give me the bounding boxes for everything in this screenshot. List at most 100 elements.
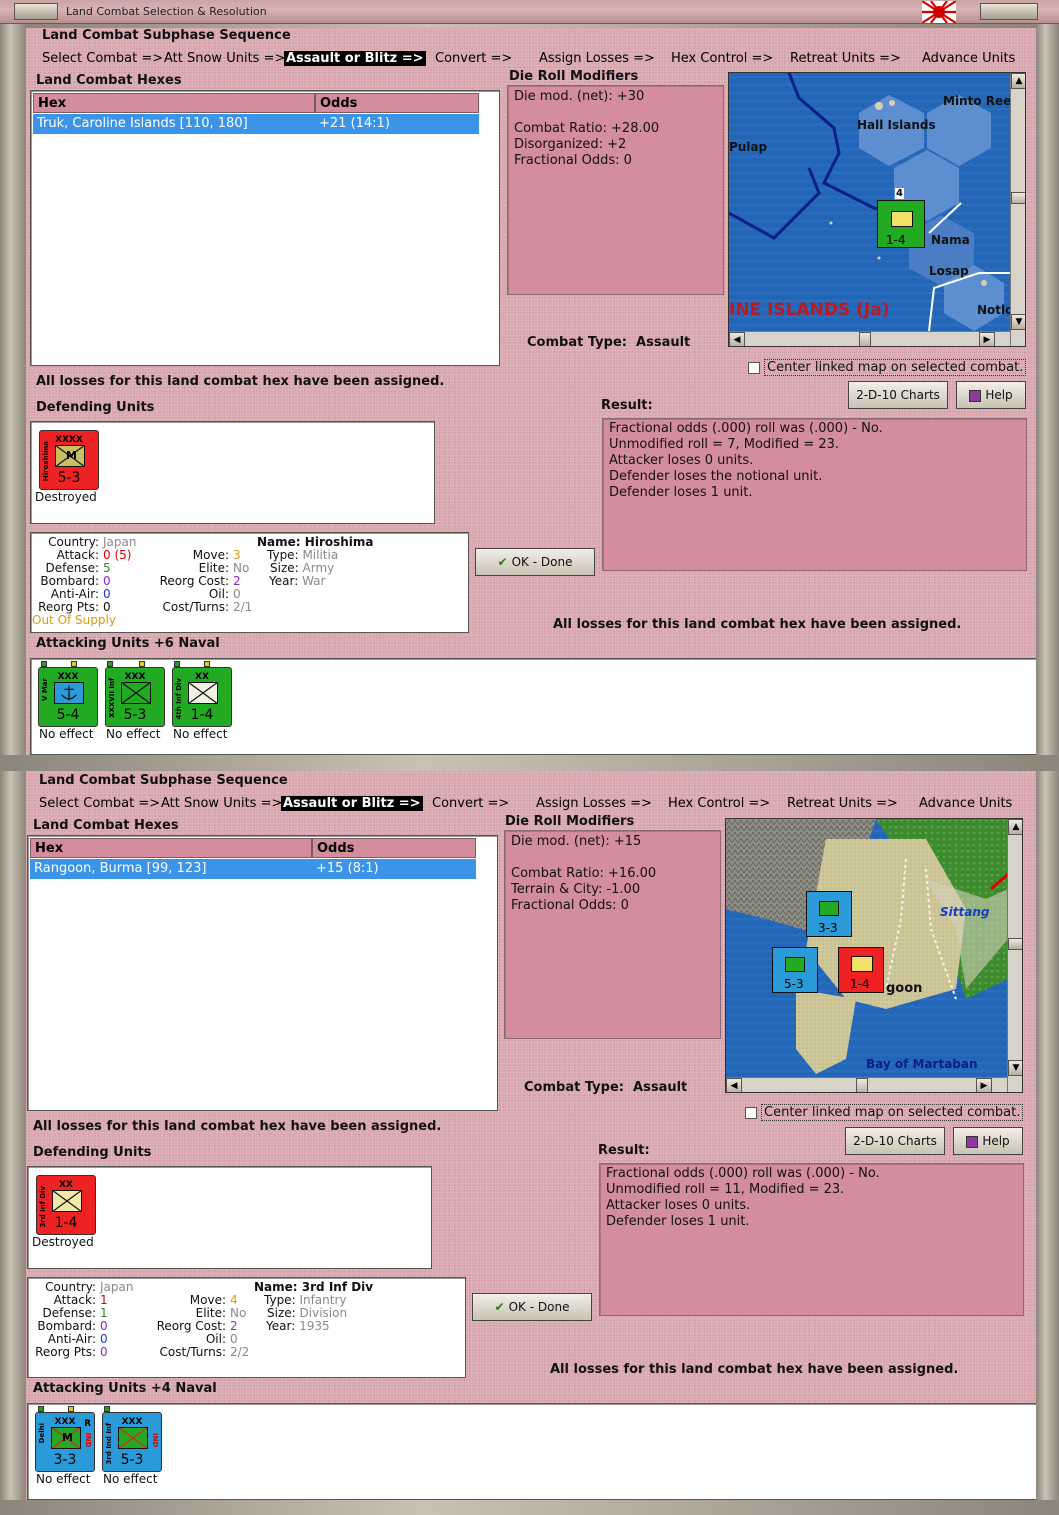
help-button[interactable]: Help — [956, 381, 1026, 409]
seq-att-snow-units[interactable]: Att Snow Units => — [164, 51, 285, 66]
seq-advance-units[interactable]: Advance Units — [922, 51, 1015, 66]
combat-type-value: Assault — [636, 335, 691, 350]
detail-attack: 1 — [100, 1293, 108, 1307]
infantry-icon — [118, 1427, 148, 1449]
scroll-thumb[interactable] — [1008, 938, 1022, 950]
map-vscroll[interactable]: ▲ ▼ — [1010, 73, 1025, 346]
seq-hex-control[interactable]: Hex Control => — [668, 796, 770, 811]
year-value: 1935 — [299, 1319, 330, 1333]
year-key: Year: — [269, 574, 299, 588]
size-value: Division — [299, 1306, 348, 1320]
unit-value: 5-3 — [123, 707, 147, 723]
unit-counter-3rd-inf-div[interactable]: XX 3rd Inf Div 1-4 — [36, 1175, 96, 1235]
hexes-title: Land Combat Hexes — [33, 818, 179, 833]
map-vscroll[interactable]: ▲ ▼ — [1007, 819, 1022, 1092]
map-unit-counter[interactable]: 1-4 — [838, 947, 884, 993]
seq-select-combat[interactable]: Select Combat => — [39, 796, 160, 811]
seq-assign-losses[interactable]: Assign Losses => — [539, 51, 655, 66]
scroll-down-icon[interactable]: ▼ — [1008, 1060, 1022, 1076]
detail-year: Year: 1935 — [266, 1319, 330, 1333]
unit-status: No effect — [173, 727, 228, 741]
unit-counter-delhi[interactable]: XXX R Delhi IND M 3-3 — [35, 1412, 95, 1472]
unit-details: Country: Japan Attack: 0 (5) Defense: 5 … — [30, 532, 469, 633]
seq-assign-losses[interactable]: Assign Losses => — [536, 796, 652, 811]
unit-counter-4th-inf-div[interactable]: XX 4th Inf Div 1-4 — [172, 667, 232, 727]
center-map-checkbox[interactable] — [745, 1107, 757, 1119]
seq-advance-units[interactable]: Advance Units — [919, 796, 1012, 811]
col-hex[interactable]: Hex — [30, 838, 312, 858]
detail-key: Defense: — [45, 561, 99, 575]
year-key: Year: — [266, 1319, 296, 1333]
type-value: Militia — [302, 548, 339, 562]
map-unit-counter[interactable]: 5-3 — [772, 947, 818, 993]
map-unit-counter[interactable]: 1-4 — [877, 200, 925, 248]
scroll-up-icon[interactable]: ▲ — [1011, 73, 1025, 89]
window-menu-button[interactable] — [14, 3, 58, 20]
unit-counter-3rd-ind-inf[interactable]: XXX 3rd Ind Inf IND 5-3 — [102, 1412, 162, 1472]
detail-move: 4 — [230, 1293, 238, 1307]
combat-type: Combat Type: Assault — [527, 335, 690, 350]
ok-done-button[interactable]: ✔ OK - Done — [475, 548, 595, 576]
map-hscroll[interactable]: ◀ ▶ — [726, 1077, 1007, 1092]
center-map-checkbox[interactable] — [748, 362, 760, 374]
charts-button[interactable]: 2-D-10 Charts — [845, 1127, 945, 1155]
scroll-left-icon[interactable]: ◀ — [729, 332, 745, 346]
detail-type: Type: Infantry — [264, 1293, 347, 1307]
seq-convert[interactable]: Convert => — [432, 796, 509, 811]
window-close-button[interactable] — [980, 3, 1038, 20]
scroll-left-icon[interactable]: ◀ — [726, 1078, 742, 1092]
hex-table[interactable]: Hex Odds Truk, Caroline Islands [110, 18… — [30, 90, 500, 366]
window-frame-middle — [0, 755, 1059, 771]
table-row[interactable]: Rangoon, Burma [99, 123] +15 (8:1) — [30, 859, 476, 879]
detail-key: Defense: — [42, 1306, 96, 1320]
drm-line: Fractional Odds: 0 — [514, 153, 632, 168]
center-map-label[interactable]: Center linked map on selected combat. — [764, 359, 1027, 376]
combat-type-label: Combat Type: — [527, 335, 627, 350]
drm-box: Die mod. (net): +30 Combat Ratio: +28.00… — [507, 85, 724, 295]
hex-table[interactable]: Hex Odds Rangoon, Burma [99, 123] +15 (8… — [27, 835, 498, 1111]
scroll-right-icon[interactable]: ▶ — [976, 1078, 992, 1092]
seq-select-combat[interactable]: Select Combat => — [42, 51, 163, 66]
map-unit-counter[interactable]: 3-3 — [806, 891, 852, 937]
unit-counter-v-mar[interactable]: XXX V Mar 5-4 — [38, 667, 98, 727]
linked-map[interactable]: Sittang goon Bay of Martaban 3-3 5-3 1-4… — [725, 818, 1023, 1093]
unit-counter-hiroshima[interactable]: XXXX Hiroshima M 5-3 — [39, 430, 99, 490]
scroll-thumb[interactable] — [859, 332, 871, 346]
scroll-down-icon[interactable]: ▼ — [1011, 314, 1025, 330]
detail-attack: 0 (5) — [103, 548, 131, 562]
scroll-right-icon[interactable]: ▶ — [979, 332, 995, 346]
seq-att-snow-units[interactable]: Att Snow Units => — [161, 796, 282, 811]
unit-value: 1-4 — [190, 707, 214, 723]
detail-size: Size: Division — [267, 1306, 347, 1320]
scroll-thumb[interactable] — [856, 1078, 868, 1092]
result-line: Defender loses the notional unit. — [609, 469, 823, 484]
seq-assault-or-blitz[interactable]: Assault or Blitz => — [284, 51, 426, 66]
losses-message-2: All losses for this land combat hex have… — [553, 617, 962, 632]
col-hex[interactable]: Hex — [33, 93, 315, 113]
seq-retreat-units[interactable]: Retreat Units => — [787, 796, 898, 811]
col-odds[interactable]: Odds — [315, 93, 479, 113]
infantry-icon — [785, 957, 805, 972]
seq-retreat-units[interactable]: Retreat Units => — [790, 51, 901, 66]
seq-assault-or-blitz[interactable]: Assault or Blitz => — [281, 796, 423, 811]
unit-counter-xxxvii-inf[interactable]: XXX XXXVII Inf 5-3 — [105, 667, 165, 727]
unit-value: 5-3 — [57, 470, 81, 486]
scroll-thumb[interactable] — [1011, 192, 1025, 204]
seq-convert[interactable]: Convert => — [435, 51, 512, 66]
result-line: Attacker loses 0 units. — [606, 1198, 751, 1213]
map-hscroll[interactable]: ◀ ▶ — [729, 331, 1010, 346]
table-row[interactable]: Truk, Caroline Islands [110, 180] +21 (1… — [33, 114, 479, 134]
center-map-label[interactable]: Center linked map on selected combat. — [761, 1104, 1024, 1121]
detail-year: Year: War — [269, 574, 325, 588]
linked-map[interactable]: Minto Reef Hall Islands Pulap Nama Losap… — [728, 72, 1026, 347]
militia-icon: M — [55, 445, 85, 467]
result-line: Defender loses 1 unit. — [609, 485, 753, 500]
seq-hex-control[interactable]: Hex Control => — [671, 51, 773, 66]
charts-button[interactable]: 2-D-10 Charts — [848, 381, 948, 409]
ok-done-button[interactable]: ✔ OK - Done — [472, 1293, 592, 1321]
infantry-icon — [188, 682, 218, 704]
help-button[interactable]: Help — [953, 1127, 1023, 1155]
scroll-up-icon[interactable]: ▲ — [1008, 819, 1022, 835]
checkmark-icon: ✔ — [494, 1300, 505, 1314]
col-odds[interactable]: Odds — [312, 838, 476, 858]
